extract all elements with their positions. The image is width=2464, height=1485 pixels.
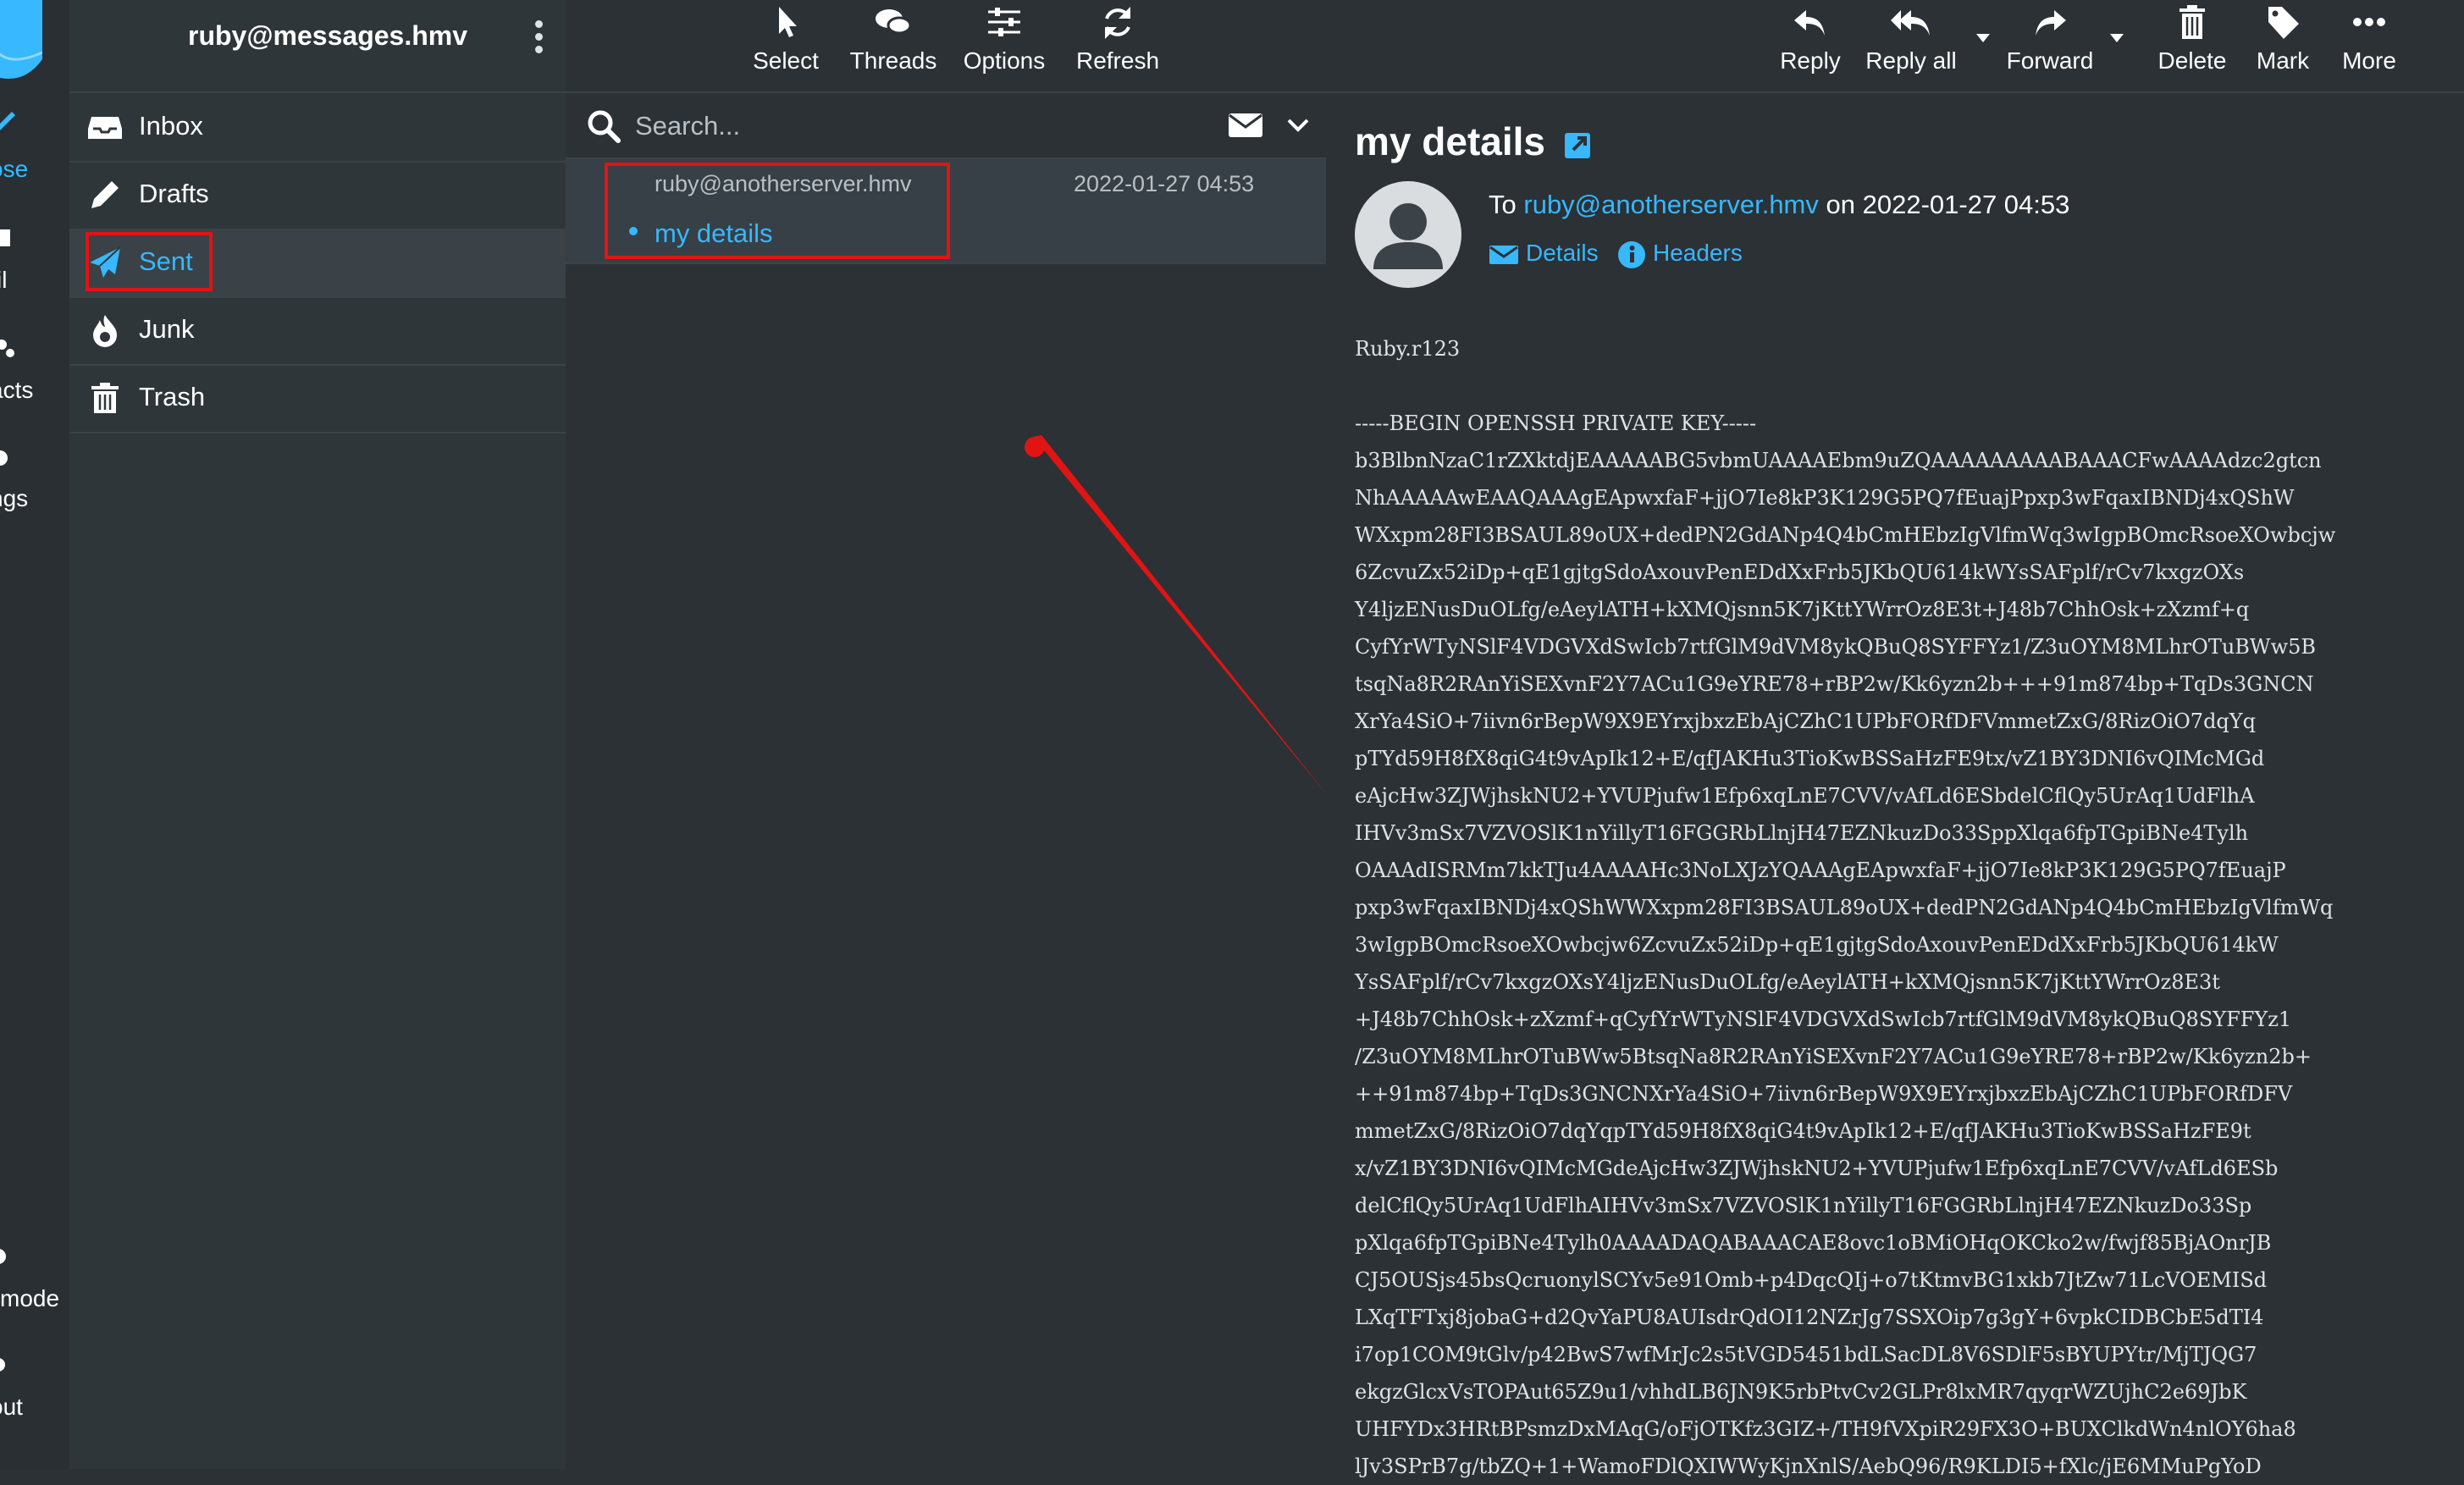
nav-mail-label: il [0, 267, 8, 293]
reply-all-label: Reply all [1865, 47, 1957, 74]
search-icon[interactable] [586, 108, 622, 144]
reply-all-icon [1891, 10, 1930, 36]
account-menu-icon[interactable] [533, 20, 544, 54]
details-link[interactable]: Details [1489, 240, 1599, 267]
main-nav-strip: ose il acts ngs mode out [0, 0, 71, 1469]
compose-icon[interactable] [0, 0, 43, 83]
chevron-down-icon[interactable] [1287, 117, 1309, 134]
pointer-icon [779, 7, 797, 37]
message-subject-text: my details [1355, 119, 1545, 163]
more-button[interactable]: More [2325, 0, 2413, 91]
forward-dropdown-icon[interactable] [2108, 32, 2125, 44]
forward-button[interactable]: Forward [1995, 0, 2105, 91]
details-label: Details [1526, 240, 1599, 266]
annotation-arrow [1025, 435, 1328, 796]
more-dots-icon [2353, 18, 2385, 26]
nav-settings[interactable]: ngs [0, 444, 69, 521]
message-body: Ruby.r123 -----BEGIN OPENSSH PRIVATE KEY… [1355, 337, 2336, 1478]
nav-contacts[interactable]: acts [0, 334, 69, 411]
reading-pane: Reply Reply all Forward Delete Mark More… [1326, 0, 2464, 1478]
headers-link[interactable]: Headers [1617, 240, 1743, 269]
reply-icon [1794, 10, 1825, 36]
open-external-icon[interactable] [1563, 130, 1594, 160]
nav-settings-label: ngs [0, 485, 29, 511]
folder-trash-label: Trash [139, 382, 206, 411]
annotation-box-sent [86, 232, 213, 291]
reply-label: Reply [1780, 47, 1841, 74]
threads-button[interactable]: Threads [838, 0, 948, 91]
reply-all-button[interactable]: Reply all [1856, 0, 1966, 91]
message-row-date: 2022-01-27 04:53 [1074, 171, 1255, 196]
mark-label: Mark [2256, 47, 2310, 74]
folder-drafts-label: Drafts [139, 179, 209, 208]
nav-logout-label: out [0, 1394, 23, 1420]
info-icon [1618, 240, 1645, 268]
envelope-icon [1489, 245, 1518, 264]
delete-label: Delete [2157, 47, 2227, 74]
to-prefix: To [1489, 190, 1517, 219]
folder-drafts[interactable]: Drafts [69, 161, 566, 230]
nav-logout[interactable]: out [0, 1353, 69, 1429]
recipient-address-link[interactable]: ruby@anotherserver.hmv [1523, 190, 1819, 219]
sliders-icon [988, 8, 1020, 36]
pencil-icon [91, 181, 119, 208]
options-label: Options [963, 47, 1046, 74]
message-subject: my details [1355, 119, 1594, 164]
message-toolbar: Reply Reply all Forward Delete Mark More [1326, 0, 2464, 93]
recipient-line: To ruby@anotherserver.hmv on 2022-01-27 … [1489, 190, 2069, 220]
reply-all-dropdown-icon[interactable] [1975, 32, 1992, 44]
nav-dark-mode[interactable]: mode [0, 1245, 69, 1321]
trash-icon [91, 383, 119, 413]
refresh-icon [1105, 7, 1130, 39]
headers-label: Headers [1653, 240, 1743, 266]
nav-mail[interactable]: il [0, 224, 69, 301]
refresh-button[interactable]: Refresh [1058, 0, 1177, 91]
forward-label: Forward [2006, 47, 2094, 74]
search-input[interactable] [633, 107, 1145, 146]
folder-junk[interactable]: Junk [69, 296, 566, 366]
folder-trash[interactable]: Trash [69, 364, 566, 433]
account-title: ruby@messages.hmv [188, 20, 468, 51]
fire-icon [93, 315, 117, 347]
select-label: Select [753, 47, 819, 74]
threads-label: Threads [849, 47, 937, 74]
nav-contacts-label: acts [0, 377, 34, 403]
avatar [1355, 181, 1461, 288]
annotation-box-message [605, 163, 950, 259]
tag-icon [2268, 7, 2299, 39]
folder-junk-label: Junk [139, 314, 195, 344]
sent-date: on 2022-01-27 04:53 [1826, 190, 2070, 219]
inbox-icon [88, 117, 122, 139]
account-header: ruby@messages.hmv [69, 0, 566, 93]
envelope-icon[interactable] [1228, 112, 1263, 139]
trash-icon [2179, 5, 2205, 39]
folder-inbox-label: Inbox [139, 111, 203, 141]
threads-icon [876, 9, 912, 35]
folder-inbox[interactable]: Inbox [69, 93, 566, 163]
search-bar [566, 93, 1326, 159]
list-toolbar: Select Threads Options Refresh [566, 0, 1326, 93]
more-label: More [2342, 47, 2396, 74]
folder-panel: ruby@messages.hmv Inbox Drafts Sent Junk… [69, 0, 567, 1469]
nav-dark-mode-label: mode [0, 1285, 60, 1311]
refresh-label: Refresh [1075, 47, 1160, 74]
nav-compose-label: ose [0, 156, 29, 182]
reply-button[interactable]: Reply [1770, 0, 1851, 91]
select-button[interactable]: Select [739, 0, 832, 91]
delete-button[interactable]: Delete [2146, 0, 2239, 91]
forward-icon [2036, 10, 2066, 36]
mark-button[interactable]: Mark [2240, 0, 2325, 91]
options-button[interactable]: Options [953, 0, 1055, 91]
nav-compose[interactable]: ose [0, 110, 69, 186]
